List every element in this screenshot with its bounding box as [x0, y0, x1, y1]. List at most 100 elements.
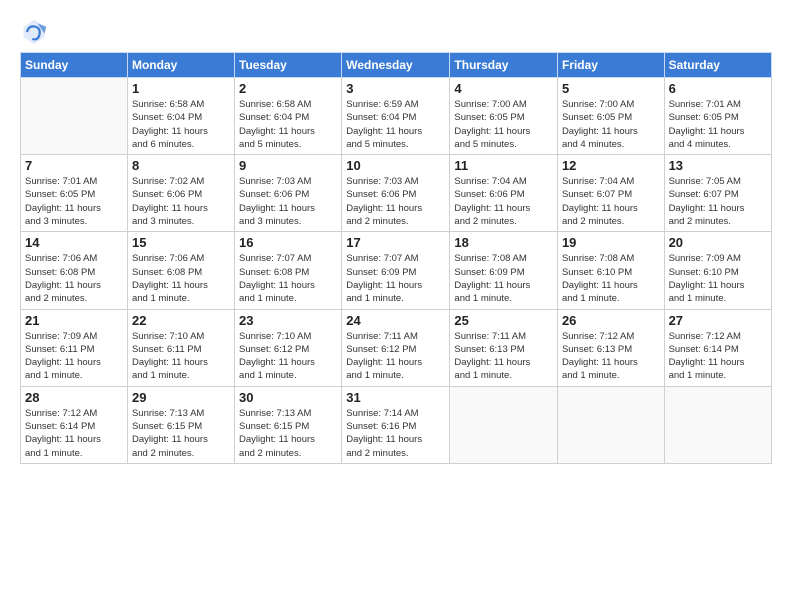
- day-info: Sunrise: 7:00 AM Sunset: 6:05 PM Dayligh…: [562, 98, 660, 151]
- day-info: Sunrise: 7:04 AM Sunset: 6:06 PM Dayligh…: [454, 175, 553, 228]
- day-header-wednesday: Wednesday: [342, 53, 450, 78]
- calendar-cell: 11 Sunrise: 7:04 AM Sunset: 6:06 PM Dayli…: [450, 155, 558, 232]
- day-info: Sunrise: 7:12 AM Sunset: 6:14 PM Dayligh…: [25, 407, 123, 460]
- calendar-cell: 22 Sunrise: 7:10 AM Sunset: 6:11 PM Dayli…: [127, 309, 234, 386]
- week-row-1: 1Sunrise: 6:58 AM Sunset: 6:04 PM Daylig…: [21, 78, 772, 155]
- day-number: 31: [346, 390, 445, 405]
- day-number: 2: [239, 81, 337, 96]
- day-number: 5: [562, 81, 660, 96]
- day-info: Sunrise: 7:03 AM Sunset: 6:06 PM Dayligh…: [346, 175, 445, 228]
- day-number: 10: [346, 158, 445, 173]
- day-number: 26: [562, 313, 660, 328]
- calendar-cell: [664, 386, 771, 463]
- day-number: 9: [239, 158, 337, 173]
- calendar-cell: 16Sunrise: 7:07 AM Sunset: 6:08 PM Dayli…: [235, 232, 342, 309]
- day-number: 21: [25, 313, 123, 328]
- day-number: 18: [454, 235, 553, 250]
- day-number: 29: [132, 390, 230, 405]
- day-info: Sunrise: 7:10 AM Sunset: 6:11 PM Dayligh…: [132, 330, 230, 383]
- day-number: 19: [562, 235, 660, 250]
- day-number: 28: [25, 390, 123, 405]
- day-info: Sunrise: 7:06 AM Sunset: 6:08 PM Dayligh…: [132, 252, 230, 305]
- calendar-cell: 24 Sunrise: 7:11 AM Sunset: 6:12 PM Dayli…: [342, 309, 450, 386]
- day-info: Sunrise: 7:07 AM Sunset: 6:09 PM Dayligh…: [346, 252, 445, 305]
- day-header-sunday: Sunday: [21, 53, 128, 78]
- day-info: Sunrise: 6:58 AM Sunset: 6:04 PM Dayligh…: [132, 98, 230, 151]
- day-number: 4: [454, 81, 553, 96]
- day-info: Sunrise: 7:09 AM Sunset: 6:10 PM Dayligh…: [669, 252, 767, 305]
- calendar-header: SundayMondayTuesdayWednesdayThursdayFrid…: [21, 53, 772, 78]
- day-number: 3: [346, 81, 445, 96]
- calendar-cell: 26Sunrise: 7:12 AM Sunset: 6:13 PM Dayli…: [557, 309, 664, 386]
- day-number: 25: [454, 313, 553, 328]
- calendar-cell: 19 Sunrise: 7:08 AM Sunset: 6:10 PM Dayli…: [557, 232, 664, 309]
- calendar-body: 1Sunrise: 6:58 AM Sunset: 6:04 PM Daylig…: [21, 78, 772, 464]
- calendar-cell: 12 Sunrise: 7:04 AM Sunset: 6:07 PM Dayli…: [557, 155, 664, 232]
- calendar-cell: 27Sunrise: 7:12 AM Sunset: 6:14 PM Dayli…: [664, 309, 771, 386]
- day-info: Sunrise: 7:13 AM Sunset: 6:15 PM Dayligh…: [132, 407, 230, 460]
- calendar-cell: 15 Sunrise: 7:06 AM Sunset: 6:08 PM Dayli…: [127, 232, 234, 309]
- calendar-cell: 17 Sunrise: 7:07 AM Sunset: 6:09 PM Dayli…: [342, 232, 450, 309]
- calendar-cell: 31 Sunrise: 7:14 AM Sunset: 6:16 PM Dayli…: [342, 386, 450, 463]
- day-info: Sunrise: 7:01 AM Sunset: 6:05 PM Dayligh…: [669, 98, 767, 151]
- day-number: 17: [346, 235, 445, 250]
- day-number: 13: [669, 158, 767, 173]
- day-header-saturday: Saturday: [664, 53, 771, 78]
- logo: [20, 18, 52, 46]
- calendar-cell: 4 Sunrise: 7:00 AM Sunset: 6:05 PM Daylig…: [450, 78, 558, 155]
- week-row-5: 28 Sunrise: 7:12 AM Sunset: 6:14 PM Dayli…: [21, 386, 772, 463]
- day-number: 27: [669, 313, 767, 328]
- calendar-cell: 1Sunrise: 6:58 AM Sunset: 6:04 PM Daylig…: [127, 78, 234, 155]
- calendar-table: SundayMondayTuesdayWednesdayThursdayFrid…: [20, 52, 772, 464]
- day-info: Sunrise: 7:11 AM Sunset: 6:13 PM Dayligh…: [454, 330, 553, 383]
- week-row-2: 7 Sunrise: 7:01 AM Sunset: 6:05 PM Daylig…: [21, 155, 772, 232]
- day-info: Sunrise: 7:13 AM Sunset: 6:15 PM Dayligh…: [239, 407, 337, 460]
- calendar-cell: 21Sunrise: 7:09 AM Sunset: 6:11 PM Dayli…: [21, 309, 128, 386]
- page: SundayMondayTuesdayWednesdayThursdayFrid…: [0, 0, 792, 612]
- day-info: Sunrise: 7:05 AM Sunset: 6:07 PM Dayligh…: [669, 175, 767, 228]
- day-info: Sunrise: 7:11 AM Sunset: 6:12 PM Dayligh…: [346, 330, 445, 383]
- day-number: 23: [239, 313, 337, 328]
- calendar-cell: 9 Sunrise: 7:03 AM Sunset: 6:06 PM Daylig…: [235, 155, 342, 232]
- day-number: 15: [132, 235, 230, 250]
- day-info: Sunrise: 7:04 AM Sunset: 6:07 PM Dayligh…: [562, 175, 660, 228]
- day-info: Sunrise: 6:59 AM Sunset: 6:04 PM Dayligh…: [346, 98, 445, 151]
- day-info: Sunrise: 7:03 AM Sunset: 6:06 PM Dayligh…: [239, 175, 337, 228]
- calendar-cell: 3 Sunrise: 6:59 AM Sunset: 6:04 PM Daylig…: [342, 78, 450, 155]
- day-info: Sunrise: 7:02 AM Sunset: 6:06 PM Dayligh…: [132, 175, 230, 228]
- calendar-cell: 10 Sunrise: 7:03 AM Sunset: 6:06 PM Dayli…: [342, 155, 450, 232]
- day-header-friday: Friday: [557, 53, 664, 78]
- calendar-cell: 25 Sunrise: 7:11 AM Sunset: 6:13 PM Dayli…: [450, 309, 558, 386]
- calendar-cell: 29 Sunrise: 7:13 AM Sunset: 6:15 PM Dayli…: [127, 386, 234, 463]
- calendar-cell: 23 Sunrise: 7:10 AM Sunset: 6:12 PM Dayli…: [235, 309, 342, 386]
- day-info: Sunrise: 7:00 AM Sunset: 6:05 PM Dayligh…: [454, 98, 553, 151]
- day-header-monday: Monday: [127, 53, 234, 78]
- calendar-cell: 8 Sunrise: 7:02 AM Sunset: 6:06 PM Daylig…: [127, 155, 234, 232]
- calendar-cell: 7 Sunrise: 7:01 AM Sunset: 6:05 PM Daylig…: [21, 155, 128, 232]
- logo-icon: [20, 18, 48, 46]
- calendar-cell: [557, 386, 664, 463]
- day-number: 8: [132, 158, 230, 173]
- day-number: 12: [562, 158, 660, 173]
- day-number: 14: [25, 235, 123, 250]
- day-info: Sunrise: 7:08 AM Sunset: 6:09 PM Dayligh…: [454, 252, 553, 305]
- calendar-cell: [21, 78, 128, 155]
- day-info: Sunrise: 7:14 AM Sunset: 6:16 PM Dayligh…: [346, 407, 445, 460]
- day-number: 11: [454, 158, 553, 173]
- calendar-cell: 14Sunrise: 7:06 AM Sunset: 6:08 PM Dayli…: [21, 232, 128, 309]
- calendar-cell: 18 Sunrise: 7:08 AM Sunset: 6:09 PM Dayli…: [450, 232, 558, 309]
- day-info: Sunrise: 7:08 AM Sunset: 6:10 PM Dayligh…: [562, 252, 660, 305]
- day-number: 6: [669, 81, 767, 96]
- day-number: 20: [669, 235, 767, 250]
- day-header-thursday: Thursday: [450, 53, 558, 78]
- days-of-week-row: SundayMondayTuesdayWednesdayThursdayFrid…: [21, 53, 772, 78]
- calendar-cell: 20 Sunrise: 7:09 AM Sunset: 6:10 PM Dayli…: [664, 232, 771, 309]
- calendar-cell: 28 Sunrise: 7:12 AM Sunset: 6:14 PM Dayli…: [21, 386, 128, 463]
- day-info: Sunrise: 7:01 AM Sunset: 6:05 PM Dayligh…: [25, 175, 123, 228]
- day-info: Sunrise: 7:10 AM Sunset: 6:12 PM Dayligh…: [239, 330, 337, 383]
- day-number: 7: [25, 158, 123, 173]
- day-number: 24: [346, 313, 445, 328]
- calendar-cell: 6 Sunrise: 7:01 AM Sunset: 6:05 PM Daylig…: [664, 78, 771, 155]
- day-number: 22: [132, 313, 230, 328]
- day-info: Sunrise: 7:07 AM Sunset: 6:08 PM Dayligh…: [239, 252, 337, 305]
